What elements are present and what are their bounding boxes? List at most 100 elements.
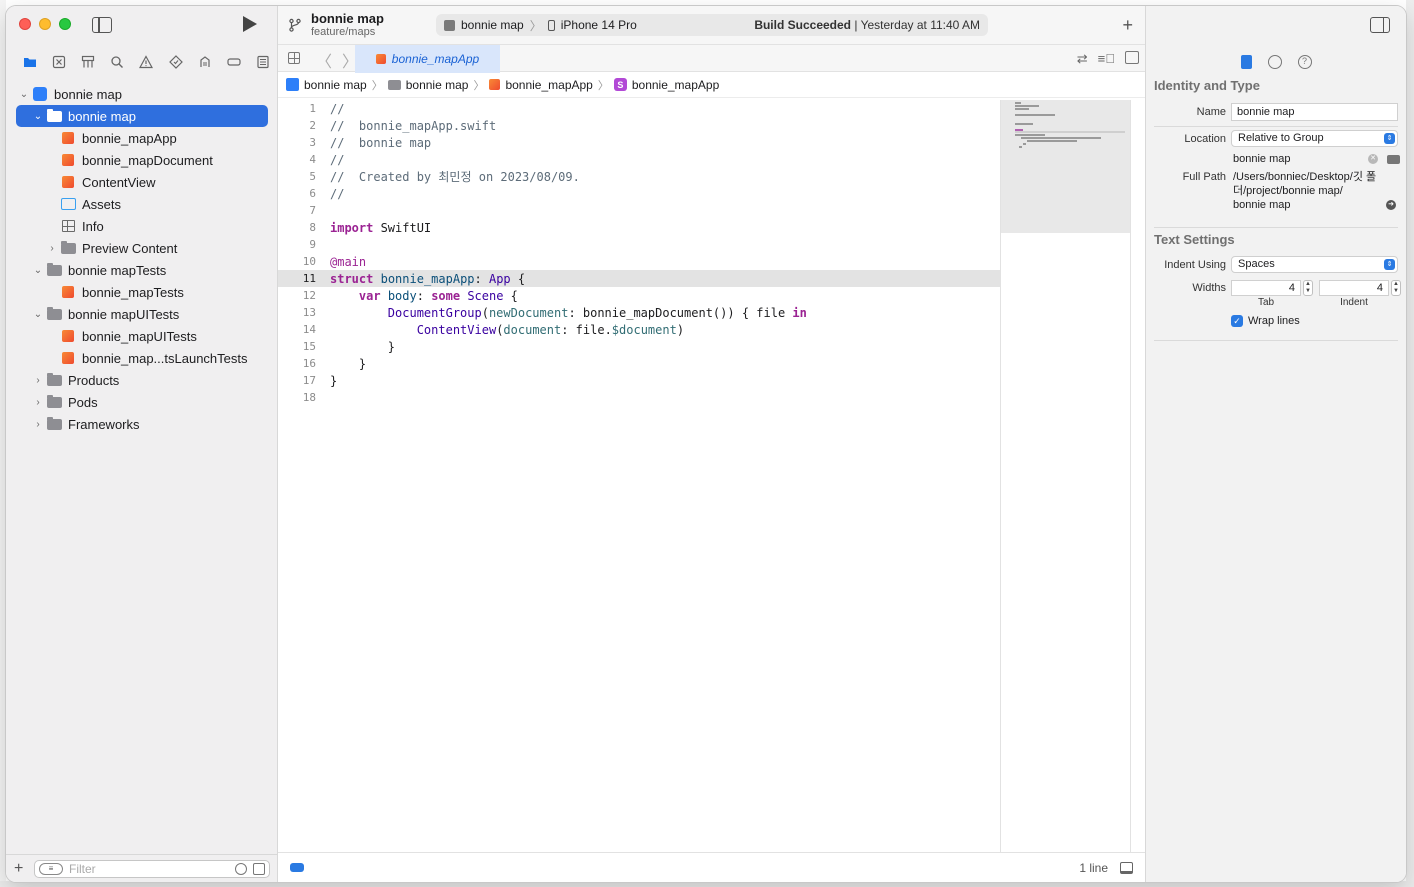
code-line[interactable]: 3 // bonnie map xyxy=(278,134,1000,151)
breakpoint-navigator-tab[interactable] xyxy=(220,52,249,72)
code-line[interactable]: 10 @main xyxy=(278,253,1000,270)
code-line[interactable]: 11 struct bonnie_mapApp: App { xyxy=(278,270,1000,287)
code-line[interactable]: 16 } xyxy=(278,355,1000,372)
clear-icon[interactable]: ✕ xyxy=(1368,154,1378,164)
tree-row[interactable]: bonnie_mapApp xyxy=(6,127,278,149)
tree-row[interactable]: › Preview Content xyxy=(6,237,278,259)
tree-row[interactable]: Info xyxy=(6,215,278,237)
scheme-selector[interactable]: bonnie map xyxy=(461,18,524,32)
device-selector[interactable]: iPhone 14 Pro xyxy=(561,18,637,32)
code-line[interactable]: 8 import SwiftUI xyxy=(278,219,1000,236)
breadcrumb-project[interactable]: bonnie map xyxy=(304,78,367,92)
chevron-right-icon[interactable]: › xyxy=(46,243,58,254)
indent-select[interactable]: Spaces ⇕ xyxy=(1231,256,1398,273)
code-line[interactable]: 17} xyxy=(278,372,1000,389)
sidebar-toggle-icon[interactable] xyxy=(92,17,112,33)
tree-row[interactable]: › Pods xyxy=(6,391,278,413)
swap-icon[interactable]: ⇄ xyxy=(1077,51,1088,67)
breakpoints-toggle-icon[interactable] xyxy=(290,863,304,872)
adjust-editor-icon[interactable]: ≡⃞ xyxy=(1098,51,1115,67)
name-field[interactable]: bonnie map xyxy=(1231,103,1398,121)
tree-row[interactable]: bonnie_mapUITests xyxy=(6,325,278,347)
source-editor[interactable]: 1 // 2 // bonnie_mapApp.swift 3 // bonnie map… xyxy=(278,100,1000,852)
tree-row[interactable]: bonnie_mapTests xyxy=(6,281,278,303)
code-line[interactable]: 18 xyxy=(278,389,1000,406)
chevron-down-icon[interactable]: ⌄ xyxy=(32,309,44,320)
tree-row[interactable]: ⌄ bonnie mapTests xyxy=(6,259,278,281)
indent-width-field[interactable]: 4 xyxy=(1319,280,1389,296)
location-name: bonnie map xyxy=(1233,153,1291,165)
code-line[interactable]: 13 DocumentGroup(newDocument: bonnie_map… xyxy=(278,304,1000,321)
test-navigator-tab[interactable] xyxy=(161,52,190,72)
report-navigator-tab[interactable] xyxy=(249,52,278,72)
tree-row[interactable]: bonnie_map...tsLaunchTests xyxy=(6,347,278,369)
issue-navigator-tab[interactable] xyxy=(132,52,161,72)
chevron-down-icon[interactable]: ⌄ xyxy=(32,265,44,276)
wrap-lines-checkbox[interactable]: ✓ xyxy=(1231,315,1243,327)
filter-options-icon[interactable]: ≡ xyxy=(39,862,63,875)
help-inspector-icon[interactable]: ? xyxy=(1297,55,1312,69)
code-line[interactable]: 12 var body: some Scene { xyxy=(278,287,1000,304)
chevron-down-icon[interactable]: ⌄ xyxy=(18,89,30,100)
debug-navigator-tab[interactable] xyxy=(190,52,219,72)
source-control-filter-icon[interactable] xyxy=(253,862,265,875)
code-line[interactable]: 7 xyxy=(278,202,1000,219)
branch-name[interactable]: feature/maps xyxy=(311,26,375,38)
tab-width-stepper[interactable]: ▲ ▼ xyxy=(1303,280,1313,296)
add-file-button[interactable]: + xyxy=(14,860,26,878)
tree-row[interactable]: bonnie_mapDocument xyxy=(6,149,278,171)
close-window-button[interactable] xyxy=(19,18,31,30)
tab-bonnie-mapapp[interactable]: bonnie_mapApp xyxy=(355,45,500,73)
tree-row[interactable]: ⌄ bonnie map xyxy=(6,83,278,105)
code-line[interactable]: 14 ContentView(document: file.$document) xyxy=(278,321,1000,338)
minimize-window-button[interactable] xyxy=(39,18,51,30)
choose-folder-icon[interactable] xyxy=(1387,155,1400,164)
zoom-window-button[interactable] xyxy=(59,18,71,30)
code-line[interactable]: 2 // bonnie_mapApp.swift xyxy=(278,117,1000,134)
indent-label: Indent Using xyxy=(1164,259,1226,271)
project-title: bonnie map xyxy=(311,11,384,26)
inspector-toggle-icon[interactable] xyxy=(1370,17,1390,33)
related-items-icon[interactable] xyxy=(288,52,300,64)
split-editor-icon[interactable] xyxy=(1125,51,1139,64)
file-inspector-icon[interactable] xyxy=(1240,55,1252,69)
code-line[interactable]: 4 // xyxy=(278,151,1000,168)
library-plus-button[interactable]: + xyxy=(1122,15,1133,36)
symbol-navigator-tab[interactable] xyxy=(73,52,102,72)
code-line[interactable]: 5 // Created by 최민정 on 2023/08/09. xyxy=(278,168,1000,185)
code-line[interactable]: 6 // xyxy=(278,185,1000,202)
recent-files-icon[interactable] xyxy=(235,862,247,875)
tree-row[interactable]: ⌄ bonnie map xyxy=(16,105,268,127)
filter-input[interactable]: ≡ Filter xyxy=(34,859,270,878)
project-navigator: ⌄ bonnie map ⌄ bonnie map bonnie_mapApp bonni… xyxy=(6,6,278,882)
tree-row[interactable]: › Products xyxy=(6,369,278,391)
project-navigator-tab[interactable] xyxy=(15,52,44,72)
chevron-right-icon[interactable]: › xyxy=(32,397,44,408)
history-inspector-icon[interactable] xyxy=(1267,55,1282,69)
find-navigator-tab[interactable] xyxy=(103,52,132,72)
chevron-right-icon[interactable]: › xyxy=(32,419,44,430)
location-select[interactable]: Relative to Group ⇕ xyxy=(1231,130,1398,147)
tree-row[interactable]: ContentView xyxy=(6,171,278,193)
indent-width-stepper[interactable]: ▲ ▼ xyxy=(1391,280,1401,296)
minimap[interactable] xyxy=(1000,100,1130,852)
breadcrumb-group[interactable]: bonnie map xyxy=(406,78,469,92)
minimap-visible-region[interactable] xyxy=(1001,100,1130,233)
tree-row[interactable]: Assets xyxy=(6,193,278,215)
code-line[interactable]: 1 // xyxy=(278,100,1000,117)
breadcrumb-file[interactable]: bonnie_mapApp xyxy=(505,78,592,92)
tree-row[interactable]: › Frameworks xyxy=(6,413,278,435)
code-line[interactable]: 15 } xyxy=(278,338,1000,355)
tree-row[interactable]: ⌄ bonnie mapUITests xyxy=(6,303,278,325)
source-control-tab[interactable] xyxy=(44,52,73,72)
code-line[interactable]: 9 xyxy=(278,236,1000,253)
vertical-scrollbar[interactable] xyxy=(1130,100,1145,852)
run-button[interactable] xyxy=(243,16,257,32)
chevron-right-icon[interactable]: › xyxy=(32,375,44,386)
debug-area-toggle-icon[interactable] xyxy=(1120,861,1133,874)
reveal-in-finder-icon[interactable]: ➜ xyxy=(1386,200,1396,210)
breadcrumb-symbol[interactable]: bonnie_mapApp xyxy=(632,78,719,92)
chevron-down-icon[interactable]: ⌄ xyxy=(32,111,44,122)
activity-bar: bonnie map 〉 iPhone 14 Pro Build Succeed… xyxy=(436,14,988,36)
tab-width-field[interactable]: 4 xyxy=(1231,280,1301,296)
